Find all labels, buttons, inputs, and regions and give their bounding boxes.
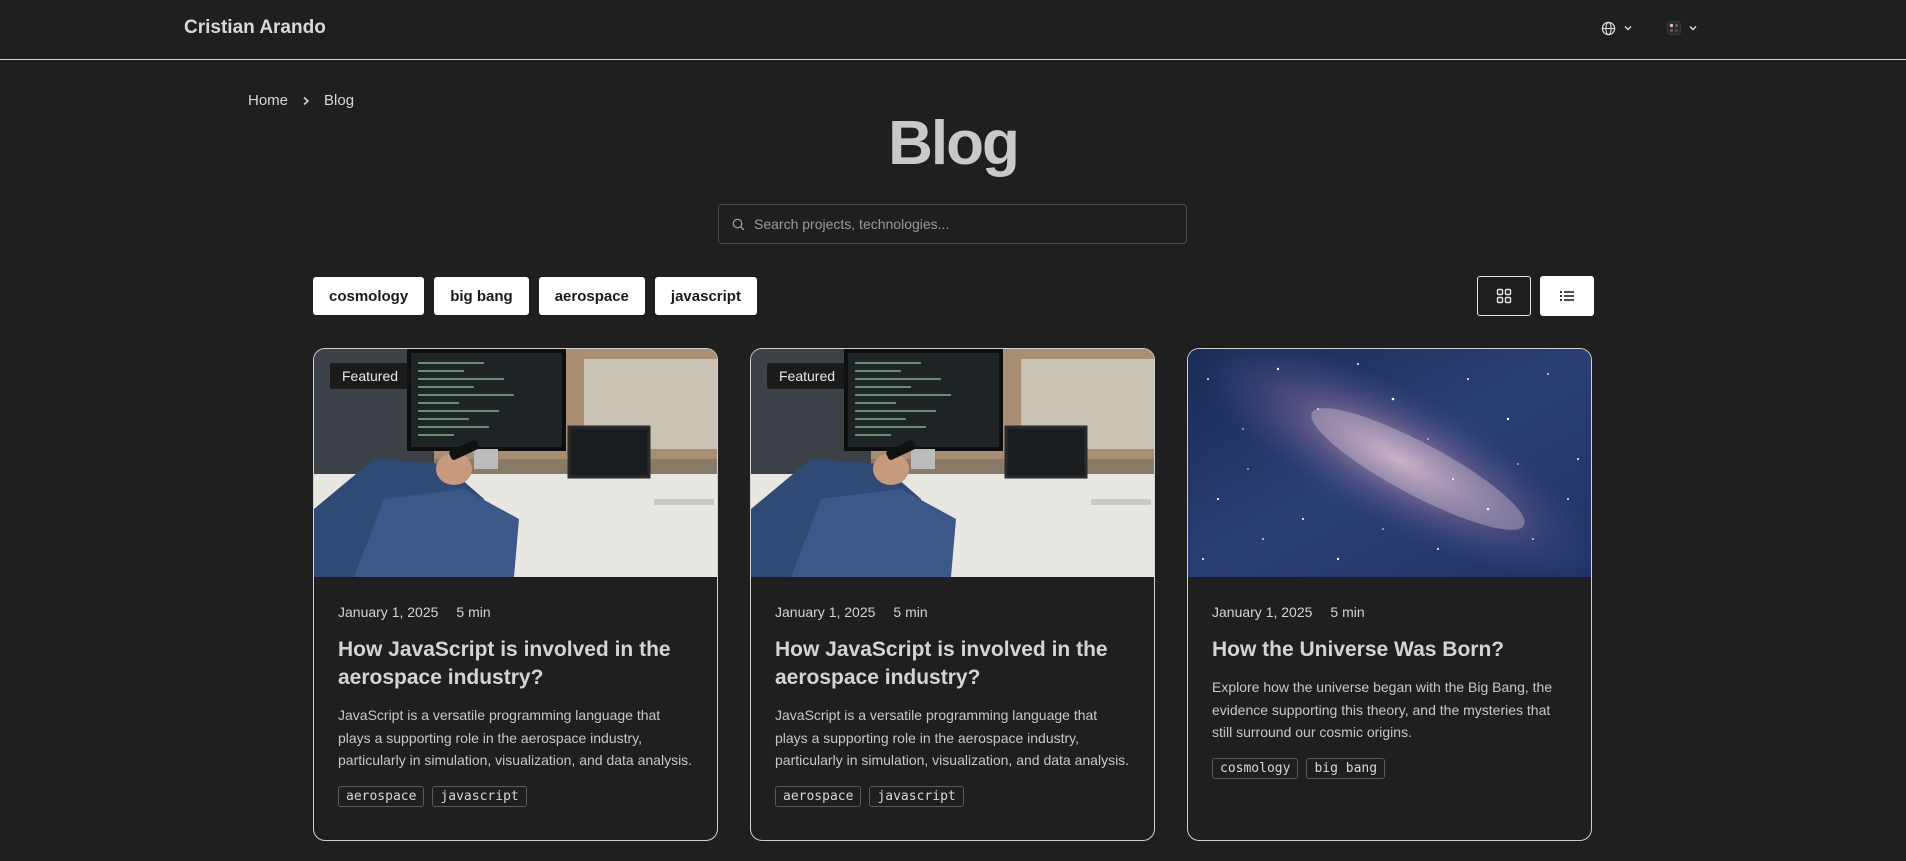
post-title[interactable]: How JavaScript is involved in the aerosp…	[775, 636, 1130, 692]
post-description: Explore how the universe began with the …	[1212, 679, 1553, 740]
chevron-right-icon	[303, 96, 310, 105]
post-read-time: 5 min	[1330, 604, 1365, 620]
post-tag[interactable]: javascript	[432, 785, 527, 807]
chevron-down-icon	[1689, 25, 1697, 31]
post-description: JavaScript is a versatile programming la…	[338, 707, 693, 768]
post-date: January 1, 2025	[338, 604, 439, 620]
filter-tag-aerospace[interactable]: aerospace	[538, 277, 645, 315]
post-tags: aerospace javascript	[338, 785, 693, 807]
post-title[interactable]: How the Universe Was Born?	[1212, 636, 1567, 664]
post-meta: January 1, 2025 5 min	[1212, 604, 1567, 620]
post-cover-image	[1188, 349, 1591, 577]
search-input[interactable]	[754, 216, 1186, 232]
blog-post-card[interactable]: Featured January 1, 2025 5 min How JavaS…	[313, 348, 718, 841]
post-tag[interactable]: cosmology	[1212, 757, 1299, 779]
post-date: January 1, 2025	[1212, 604, 1313, 620]
post-read-time: 5 min	[893, 604, 928, 620]
filter-tag-big-bang[interactable]: big bang	[434, 277, 529, 315]
page-title: Blog	[888, 109, 1020, 178]
blog-post-card[interactable]: Featured January 1, 2025 5 min How JavaS…	[750, 348, 1155, 841]
post-description: JavaScript is a versatile programming la…	[775, 707, 1130, 768]
filter-tag-cosmology[interactable]: cosmology	[313, 277, 425, 315]
list-view-button[interactable]	[1540, 276, 1594, 316]
breadcrumb-current: Blog	[324, 92, 355, 109]
post-tag[interactable]: aerospace	[775, 785, 862, 807]
filter-tag-javascript[interactable]: javascript	[654, 277, 757, 315]
post-cover-image: Featured	[314, 349, 717, 577]
search-box	[718, 204, 1187, 244]
grid-view-icon	[1496, 288, 1512, 304]
post-tags: cosmology big bang	[1212, 757, 1567, 779]
post-tag[interactable]: javascript	[869, 785, 964, 807]
featured-badge: Featured	[767, 363, 848, 389]
post-tag[interactable]: big bang	[1306, 757, 1386, 779]
globe-icon	[1601, 21, 1616, 35]
list-view-icon	[1559, 290, 1574, 302]
featured-badge: Featured	[330, 363, 411, 389]
post-tags: aerospace javascript	[775, 785, 1130, 807]
grid-view-button[interactable]	[1477, 276, 1531, 316]
palette-icon	[1667, 21, 1681, 35]
chevron-down-icon	[1624, 25, 1632, 31]
search-icon	[732, 218, 745, 230]
top-navbar: Cristian Arando	[0, 0, 1906, 60]
blog-post-card[interactable]: January 1, 2025 5 min How the Universe W…	[1187, 348, 1592, 841]
post-cover-image: Featured	[751, 349, 1154, 577]
language-selector[interactable]	[1601, 18, 1633, 38]
post-meta: January 1, 2025 5 min	[338, 604, 693, 620]
breadcrumb-home-link[interactable]: Home	[248, 92, 288, 109]
theme-selector[interactable]	[1667, 18, 1698, 38]
post-tag[interactable]: aerospace	[338, 785, 425, 807]
post-read-time: 5 min	[456, 604, 491, 620]
post-date: January 1, 2025	[775, 604, 876, 620]
tag-filter-bar: cosmology big bang aerospace javascript	[313, 277, 757, 315]
post-title[interactable]: How JavaScript is involved in the aerosp…	[338, 636, 693, 692]
post-meta: January 1, 2025 5 min	[775, 604, 1130, 620]
breadcrumb: Home Blog	[248, 92, 354, 109]
brand-name[interactable]: Cristian Arando	[184, 17, 326, 39]
